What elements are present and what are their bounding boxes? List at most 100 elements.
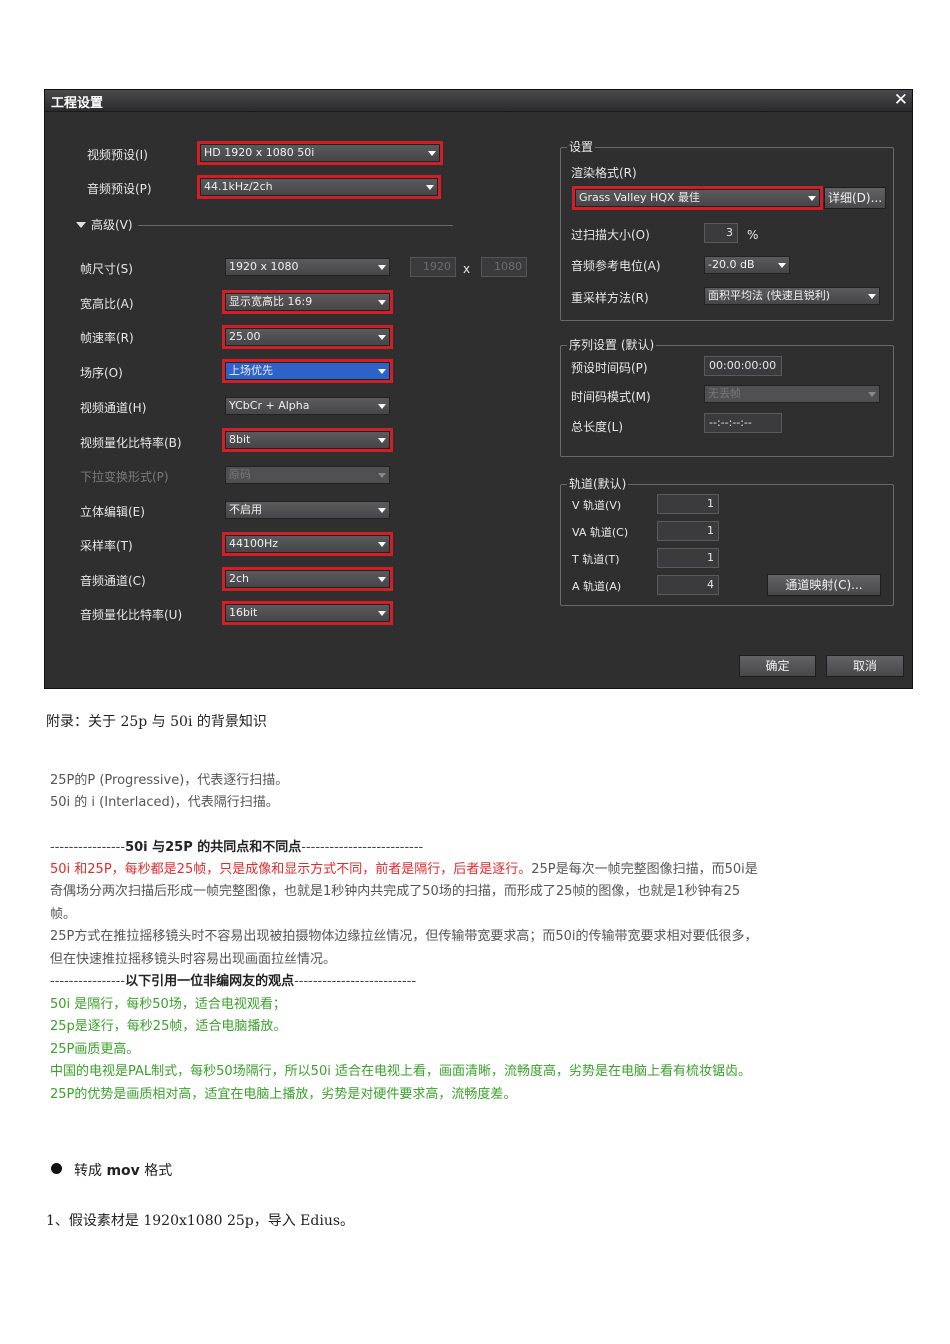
- quote-line-1: 50i 是隔行，每秒50场，适合电视观看；: [50, 997, 286, 1012]
- audio-channel-label: 音频通道(C): [80, 574, 146, 588]
- section-dash-right: --------------------------: [301, 840, 424, 855]
- frame-height-field[interactable]: 1080: [481, 257, 527, 277]
- chevron-down-icon: [868, 294, 876, 299]
- stereo-select[interactable]: 不启用: [225, 501, 390, 519]
- audio-preset-label: 音频预设(P): [87, 182, 152, 196]
- dialog-titlebar: 工程设置 ✕: [45, 90, 912, 112]
- video-bitdepth-select[interactable]: 8bit: [222, 428, 393, 452]
- video-bitdepth-value: 8bit: [229, 433, 251, 446]
- bullet-icon: [51, 1163, 62, 1174]
- ok-button[interactable]: 确定: [739, 655, 816, 677]
- resample-select[interactable]: 面积平均法 (快速且锐利): [704, 287, 880, 305]
- chevron-down-icon: [378, 335, 386, 340]
- chevron-down-icon: [378, 473, 386, 478]
- audio-ref-select[interactable]: -20.0 dB: [704, 256, 790, 274]
- tc-mode-value: 无丢帧: [708, 387, 741, 400]
- bullet-prefix: 转成: [74, 1163, 107, 1179]
- chevron-down-icon: [378, 300, 386, 305]
- sample-rate-label: 采样率(T): [80, 539, 133, 553]
- sequence-group-title: 序列设置 (默认): [567, 337, 657, 353]
- bullet-suffix: 格式: [139, 1163, 173, 1179]
- audio-channel-value: 2ch: [229, 572, 250, 585]
- tc-mode-label: 时间码模式(M): [571, 390, 651, 404]
- field-order-label: 场序(O): [80, 366, 123, 380]
- aspect-value: 显示宽高比 16:9: [229, 295, 313, 308]
- video-preset-label: 视频预设(I): [87, 148, 148, 162]
- chevron-down-icon: [428, 151, 436, 156]
- aspect-label: 宽高比(A): [80, 297, 134, 311]
- chevron-down-icon: [378, 508, 386, 513]
- field-order-select[interactable]: 上场优先: [222, 359, 393, 383]
- compare-line-3: 帧。: [50, 907, 77, 922]
- render-format-value: Grass Valley HQX 最佳: [579, 191, 701, 204]
- video-preset-value: HD 1920 x 1080 50i: [204, 146, 315, 159]
- tc-mode-select: 无丢帧: [704, 385, 880, 403]
- frame-x-label: x: [463, 262, 471, 276]
- preset-tc-label: 预设时间码(P): [571, 361, 648, 375]
- video-preset-select[interactable]: HD 1920 x 1080 50i: [197, 141, 443, 165]
- compare-gray-text: 25P是每次一帧完整图像扫描，而50i是: [531, 862, 758, 877]
- preset-tc-field[interactable]: 00:00:00:00: [704, 356, 782, 376]
- compare-red-text: 50i 和25P，每秒都是25帧，只是成像和显示方式不同，前者是隔行，后者是逐行…: [50, 862, 532, 877]
- section-heading-quote: ----------------以下引用一位非编网友的观点-----------…: [50, 971, 416, 993]
- render-format-select[interactable]: Grass Valley HQX 最佳: [572, 186, 823, 210]
- frame-size-value: 1920 x 1080: [229, 260, 299, 273]
- section-title-compare: 50i 与25P 的共同点和不同点: [125, 840, 302, 855]
- compare-line-1: 50i 和25P，每秒都是25帧，只是成像和显示方式不同，前者是隔行，后者是逐行…: [50, 859, 758, 881]
- resample-value: 面积平均法 (快速且锐利): [708, 289, 831, 302]
- audio-ref-label: 音频参考电位(A): [571, 259, 661, 273]
- chevron-down-icon: [378, 577, 386, 582]
- chevron-down-icon: [808, 196, 816, 201]
- settings-group-title: 设置: [567, 139, 596, 155]
- section-heading-compare: ----------------50i 与25P 的共同点和不同点-------…: [50, 837, 423, 859]
- chevron-down-icon: [378, 611, 386, 616]
- compare-line-4: 25P方式在推拉摇移镜头时不容易出现被拍摄物体边缘拉丝情况，但传输带宽要求高；而…: [50, 929, 758, 944]
- section-dash-left: ----------------: [50, 974, 126, 989]
- chevron-down-icon: [378, 542, 386, 547]
- advanced-label[interactable]: 高级(V): [91, 217, 133, 233]
- pulldown-label: 下拉变换形式(P): [80, 470, 169, 484]
- stereo-value: 不启用: [229, 503, 262, 516]
- frame-size-label: 帧尺寸(S): [80, 262, 133, 276]
- a-track-field[interactable]: 4: [657, 575, 719, 595]
- a-track-label: A 轨道(A): [572, 580, 622, 593]
- channel-map-button[interactable]: 通道映射(C)...: [767, 574, 881, 596]
- chevron-down-icon: [426, 185, 434, 190]
- frame-rate-value: 25.00: [229, 330, 261, 343]
- frame-width-field[interactable]: 1920: [410, 257, 456, 277]
- chevron-down-icon: [778, 263, 786, 268]
- va-track-field[interactable]: 1: [657, 521, 719, 541]
- sample-rate-select[interactable]: 44100Hz: [222, 532, 393, 556]
- audio-bitdepth-value: 16bit: [229, 606, 258, 619]
- video-channel-select[interactable]: YCbCr + Alpha: [225, 397, 390, 415]
- frame-rate-select[interactable]: 25.00: [222, 325, 393, 349]
- aspect-select[interactable]: 显示宽高比 16:9: [222, 290, 393, 314]
- video-channel-label: 视频通道(H): [80, 401, 147, 415]
- audio-channel-select[interactable]: 2ch: [222, 567, 393, 591]
- v-track-field[interactable]: 1: [657, 494, 719, 514]
- audio-preset-select[interactable]: 44.1kHz/2ch: [197, 175, 441, 199]
- chevron-down-icon: [378, 438, 386, 443]
- compare-line-2: 奇偶场分两次扫描后形成一帧完整图像，也就是1秒钟内共完成了50场的扫描，而形成了…: [50, 884, 741, 899]
- render-format-label: 渲染格式(R): [571, 166, 637, 180]
- compare-line-5: 但在快速推拉摇移镜头时容易出现画面拉丝情况。: [50, 952, 337, 967]
- audio-bitdepth-label: 音频量化比特率(U): [80, 608, 183, 622]
- total-length-field: --:--:--:--: [704, 413, 782, 433]
- chevron-down-icon: [868, 392, 876, 397]
- detail-button[interactable]: 详细(D)...: [824, 187, 886, 209]
- t-track-field[interactable]: 1: [657, 548, 719, 568]
- step-1: 1、假设素材是 1920x1080 25p，导入 Edius。: [46, 1213, 355, 1229]
- note-progressive: 25P的P (Progressive)，代表逐行扫描。: [50, 773, 289, 788]
- video-bitdepth-label: 视频量化比特率(B): [80, 436, 182, 450]
- frame-size-select[interactable]: 1920 x 1080: [225, 258, 390, 276]
- collapse-triangle-icon[interactable]: [76, 222, 86, 228]
- project-settings-dialog: 工程设置 ✕ 视频预设(I) HD 1920 x 1080 50i 音频预设(P…: [44, 89, 913, 689]
- frame-rate-label: 帧速率(R): [80, 331, 134, 345]
- section-dash-right: --------------------------: [294, 974, 417, 989]
- overscan-field[interactable]: 3: [704, 223, 738, 243]
- close-icon[interactable]: ✕: [894, 90, 908, 111]
- cancel-button[interactable]: 取消: [826, 655, 904, 677]
- audio-bitdepth-select[interactable]: 16bit: [222, 601, 393, 625]
- video-channel-value: YCbCr + Alpha: [229, 399, 310, 412]
- overscan-unit: %: [747, 228, 759, 242]
